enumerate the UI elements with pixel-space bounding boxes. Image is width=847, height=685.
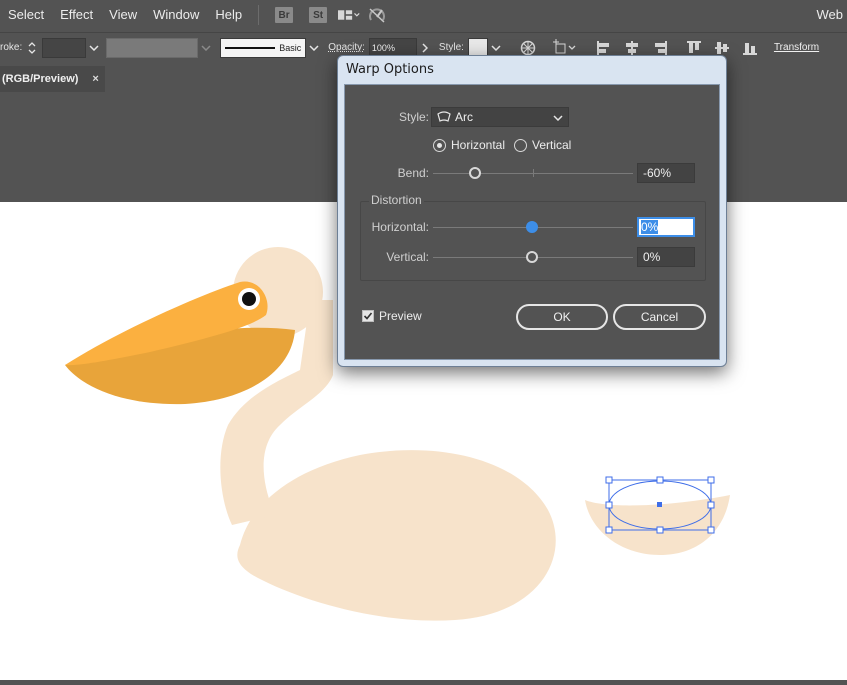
gpu-performance-icon[interactable] [366, 6, 388, 24]
pelican-pupil [242, 292, 256, 306]
menu-divider [258, 5, 260, 25]
close-tab-icon[interactable]: × [92, 73, 98, 85]
distortion-vertical-field[interactable]: 0% [637, 247, 695, 267]
menu-help[interactable]: Help [207, 0, 250, 30]
menu-view[interactable]: View [101, 0, 145, 30]
horizontal-radio[interactable] [433, 139, 446, 152]
dialog-title: Warp Options [346, 62, 434, 77]
style-label: Style: [398, 110, 429, 124]
distortion-group-label: Distortion [369, 193, 424, 207]
chevron-down-icon [553, 115, 563, 121]
preview-label[interactable]: Preview [379, 309, 422, 323]
style-dropdown[interactable]: Arc [431, 107, 569, 127]
vertical-radio[interactable] [514, 139, 527, 152]
bend-label: Bend: [397, 166, 429, 180]
arc-icon [437, 111, 451, 122]
menu-select[interactable]: Select [0, 0, 52, 30]
distortion-horizontal-label: Horizontal: [371, 220, 429, 234]
profile-dropdown[interactable] [198, 38, 214, 58]
bridge-button[interactable]: Br [275, 7, 294, 23]
cancel-button[interactable]: Cancel [613, 304, 706, 330]
menu-bar: Select Effect View Window Help Br St Web [0, 0, 847, 30]
pelican-body [237, 450, 556, 621]
bend-value-field[interactable]: -60% [637, 163, 695, 183]
bend-slider-center-tick [533, 169, 534, 177]
distortion-group [360, 201, 706, 281]
distortion-horizontal-knob[interactable] [526, 221, 538, 233]
document-tab[interactable]: (RGB/Preview) × [0, 66, 105, 92]
distortion-horizontal-value: 0% [641, 220, 659, 234]
brush-stroke-icon [225, 46, 276, 49]
style-label: Style: [438, 42, 464, 53]
arrange-documents-icon[interactable] [338, 6, 360, 24]
distortion-vertical-knob[interactable] [526, 251, 538, 263]
ok-button[interactable]: OK [516, 304, 608, 330]
bend-slider-knob[interactable] [469, 167, 481, 179]
document-tab-label: (RGB/Preview) [2, 73, 79, 85]
brush-label: Basic [279, 42, 302, 53]
transform-link[interactable]: Transform [774, 42, 819, 53]
stroke-stepper-icon[interactable] [26, 38, 38, 58]
workspace-switcher[interactable]: Web [817, 0, 844, 30]
stroke-weight-field[interactable] [42, 37, 87, 58]
menu-window[interactable]: Window [145, 0, 207, 30]
brush-definition-field[interactable]: Basic [220, 37, 307, 58]
align-bottom-icon[interactable] [740, 38, 760, 58]
brush-dropdown[interactable] [306, 38, 322, 58]
variable-width-profile[interactable] [106, 37, 199, 58]
preview-checkbox[interactable] [362, 310, 374, 322]
menu-effect[interactable]: Effect [52, 0, 101, 30]
vertical-radio-label[interactable]: Vertical [532, 138, 571, 152]
status-bar [0, 680, 847, 685]
dialog-body: Style: Arc Horizontal Vertical Bend: -60… [344, 84, 720, 360]
stroke-weight-dropdown[interactable] [86, 38, 102, 58]
horizontal-radio-label[interactable]: Horizontal [451, 138, 505, 152]
checkmark-icon [363, 312, 373, 320]
opacity-label[interactable]: Opacity: [328, 42, 365, 53]
distortion-vertical-label: Vertical: [386, 250, 429, 264]
distortion-horizontal-field[interactable]: 0% [637, 217, 695, 237]
stroke-label: roke: [0, 42, 23, 53]
warp-options-dialog: Warp Options Style: Arc Horizontal Verti… [337, 55, 727, 367]
style-value: Arc [455, 110, 473, 124]
stock-button[interactable]: St [309, 7, 328, 23]
